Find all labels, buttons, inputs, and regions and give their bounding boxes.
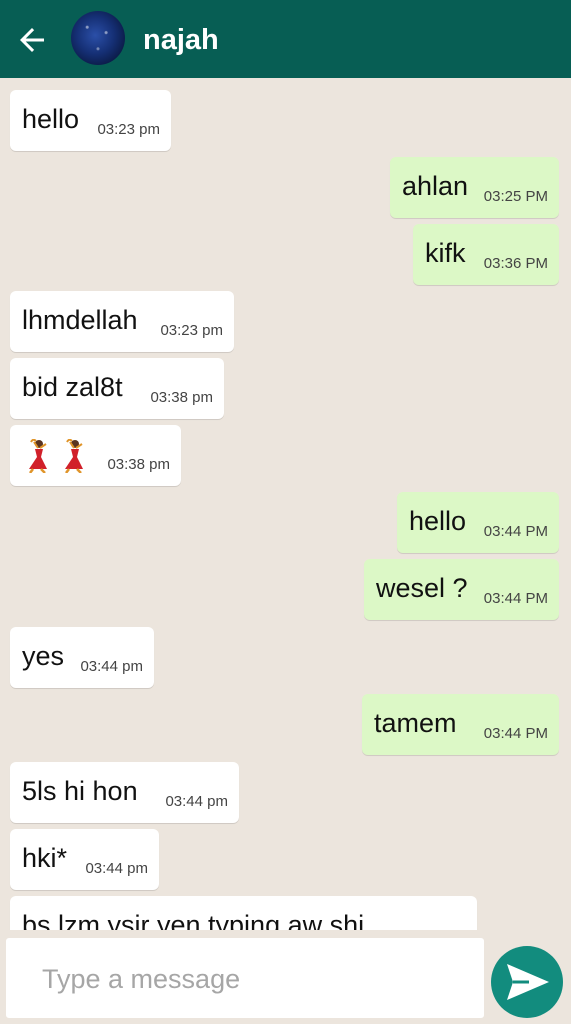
message-time: 03:44 pm	[165, 793, 228, 810]
message-outgoing[interactable]: ahlan 03:25 PM	[390, 157, 559, 218]
message-outgoing[interactable]: tamem 03:44 PM	[362, 694, 559, 755]
message-time: 03:44 pm	[80, 658, 143, 675]
message-incoming[interactable]: bs lzm ysir yen typing aw shi	[10, 896, 477, 930]
message-time: 03:44 PM	[483, 590, 548, 607]
message-incoming[interactable]: yes 03:44 pm	[10, 627, 154, 688]
message-text: lhmdellah	[22, 305, 138, 335]
message-time: 03:36 PM	[483, 255, 548, 272]
message-time: 03:38 pm	[150, 389, 213, 406]
message-time: 03:44 PM	[483, 523, 548, 540]
message-incoming[interactable]: 5ls hi hon 03:44 pm	[10, 762, 239, 823]
send-button[interactable]	[491, 946, 563, 1018]
avatar[interactable]	[71, 11, 125, 65]
message-text: 5ls hi hon	[22, 776, 138, 806]
emoji-group	[25, 439, 87, 473]
message-text: hki*	[22, 843, 68, 873]
send-icon	[507, 964, 549, 1000]
contact-name[interactable]: najah	[143, 22, 219, 58]
message-text: wesel ?	[376, 573, 468, 603]
message-composer	[6, 938, 484, 1020]
dancer-icon	[29, 439, 47, 473]
message-time: 03:44 PM	[483, 725, 548, 742]
arrow-left-icon	[20, 28, 44, 52]
message-time: 03:23 pm	[160, 322, 223, 339]
message-time: 03:23 pm	[97, 121, 160, 138]
message-incoming[interactable]: hello 03:23 pm	[10, 90, 171, 151]
chat-header: najah	[0, 0, 571, 78]
message-time: 03:44 pm	[85, 860, 148, 877]
message-outgoing[interactable]: hello 03:44 PM	[397, 492, 559, 553]
message-incoming[interactable]: bid zal8t 03:38 pm	[10, 358, 224, 419]
message-text: hello	[22, 104, 80, 134]
dancer-icon	[65, 439, 83, 473]
message-input[interactable]	[40, 938, 484, 1020]
message-list[interactable]: hello 03:23 pm ahlan 03:25 PM kifk 03:36…	[0, 78, 571, 930]
message-incoming[interactable]: lhmdellah 03:23 pm	[10, 291, 234, 352]
message-incoming[interactable]: 03:38 pm	[10, 425, 181, 486]
message-time: 03:25 PM	[483, 188, 548, 205]
message-outgoing[interactable]: kifk 03:36 PM	[413, 224, 559, 285]
message-text: ahlan	[402, 171, 469, 201]
message-text: hello	[409, 506, 467, 536]
message-incoming[interactable]: hki* 03:44 pm	[10, 829, 159, 890]
message-text: bs lzm ysir yen typing aw shi	[22, 910, 365, 930]
back-button[interactable]	[14, 22, 50, 58]
message-text: yes	[22, 641, 65, 671]
message-outgoing[interactable]: wesel ? 03:44 PM	[364, 559, 559, 620]
message-text: kifk	[425, 238, 466, 268]
message-time: 03:38 pm	[107, 456, 170, 473]
message-text: tamem	[374, 708, 457, 738]
message-text: bid zal8t	[22, 372, 123, 402]
